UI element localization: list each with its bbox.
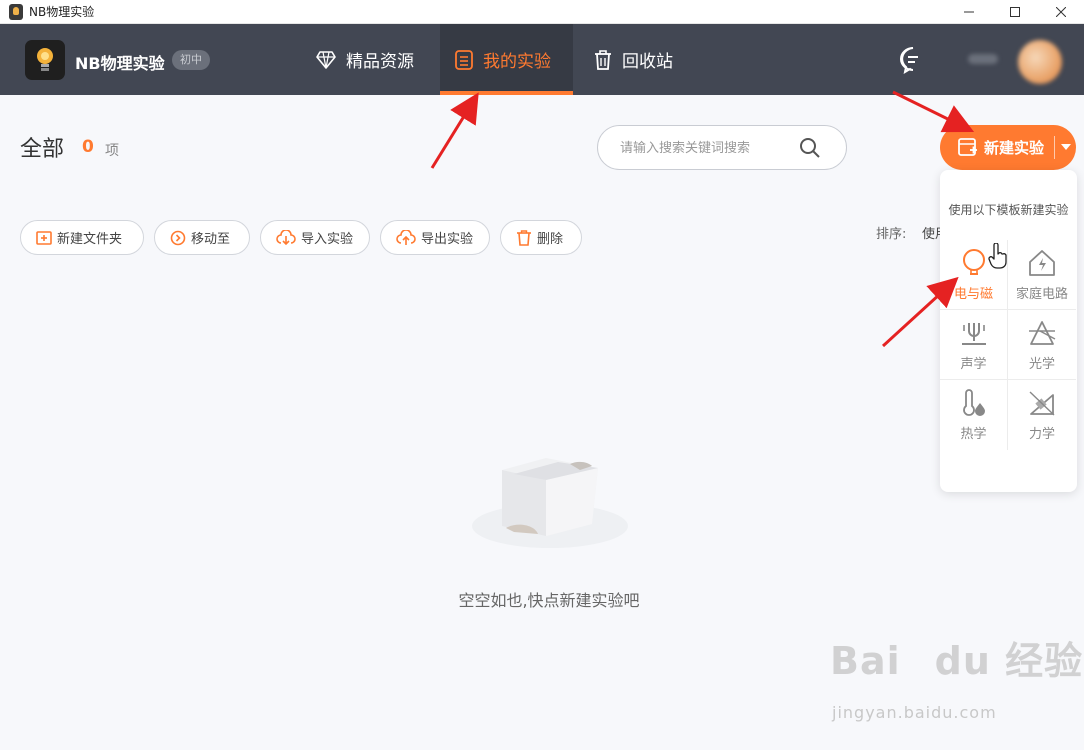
search-box [597,125,847,170]
template-label: 光学 [1028,357,1055,372]
user-name-blurred[interactable] [968,54,998,64]
item-count-unit: 项 [105,143,119,159]
minimize-icon [964,11,974,13]
bulb-icon [961,248,987,278]
search-input[interactable] [620,138,790,158]
tab-my-experiments[interactable]: 我的实验 [440,24,573,95]
app-icon [9,3,23,20]
template-label: 家庭电路 [1015,287,1068,302]
move-icon [170,230,186,246]
template-household-circuit[interactable]: 家庭电路 [1008,240,1076,310]
minimize-button[interactable] [946,0,992,24]
tab-label: 我的实验 [483,52,551,72]
app-logo [25,40,65,80]
tab-label: 回收站 [622,52,673,72]
empty-box-illustration [470,450,630,554]
import-experiment-button[interactable]: 导入实验 [260,220,370,255]
bulb-logo-icon [37,48,53,71]
app-header: NB物理实验 初中 精品资源 我的实验 回收站 [0,24,1084,95]
template-optics[interactable]: 光学 [1008,310,1076,380]
template-label: 电与磁 [953,287,993,302]
move-to-button[interactable]: 移动至 [154,220,250,255]
export-experiment-button[interactable]: 导出实验 [380,220,490,255]
new-folder-button[interactable]: 新建文件夹 [20,220,144,255]
window-titlebar: NB物理实验 [0,0,1084,24]
template-label: 声学 [960,357,987,372]
empty-state-text: 空空如也,快点新建实验吧 [458,591,640,610]
maximize-icon [1010,7,1020,17]
template-dropdown-panel: 使用以下模板新建实验 电与磁 家庭电路 声学 光学 热学 力学 [940,170,1077,492]
close-button[interactable] [1038,0,1084,24]
annotation-arrow-tab [430,92,479,169]
cloud-upload-icon [396,229,416,246]
sort-dropdown[interactable]: 使用 [922,223,940,242]
incline-icon [1028,388,1056,418]
hand-cursor-icon [988,242,1008,273]
delete-button[interactable]: 删除 [500,220,582,255]
template-thermology[interactable]: 热学 [940,380,1008,450]
folder-plus-icon [36,230,52,246]
new-file-icon [958,137,978,158]
watermark-logo: Bai du 经验 [830,639,1084,683]
template-acoustics[interactable]: 声学 [940,310,1008,380]
template-mechanics[interactable]: 力学 [1008,380,1076,450]
maximize-button[interactable] [992,0,1038,24]
trash-icon [594,49,612,70]
new-experiment-button[interactable]: 新建实验 [940,125,1076,170]
window-title: NB物理实验 [29,5,95,19]
search-icon[interactable] [799,137,821,163]
prism-icon [1028,318,1056,348]
diamond-icon [316,50,336,69]
item-count: 0 [82,137,94,157]
template-panel-title: 使用以下模板新建实验 [948,203,1069,217]
new-experiment-label: 新建实验 [984,139,1045,157]
template-label: 热学 [960,427,987,442]
thermometer-icon [960,388,988,418]
sort-label: 排序: [876,227,907,242]
annotation-arrow-new-button [892,90,975,133]
avatar[interactable] [1018,40,1062,84]
page-title: 全部 [20,137,65,162]
tab-premium-resources[interactable]: 精品资源 [316,24,440,95]
brand-name: NB物理实验 [75,54,165,73]
notebook-icon [455,49,473,70]
chevron-down-icon[interactable] [1061,144,1071,150]
watermark-url: jingyan.baidu.com [832,703,997,722]
cloud-download-icon [276,229,296,246]
tab-label: 精品资源 [346,52,414,72]
tab-recycle-bin[interactable]: 回收站 [594,24,704,95]
chat-bubble-icon[interactable] [899,46,927,78]
tuning-fork-icon [960,318,988,348]
grade-badge[interactable]: 初中 [172,50,210,70]
trash-icon [516,229,532,246]
house-bolt-icon [1028,248,1056,278]
close-icon [1056,7,1066,17]
template-label: 力学 [1028,427,1055,442]
